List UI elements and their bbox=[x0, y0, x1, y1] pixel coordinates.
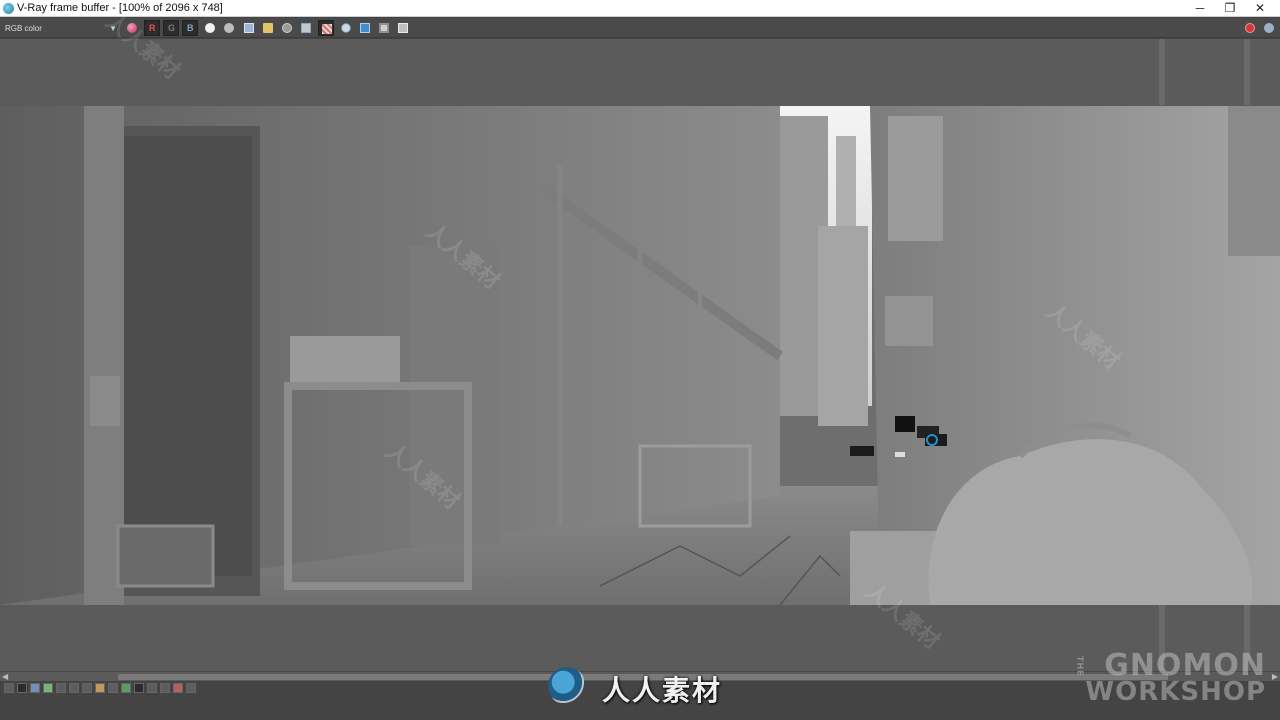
render-icon bbox=[1264, 23, 1274, 33]
zoom-icon bbox=[341, 23, 351, 33]
show-corrections-icon bbox=[398, 23, 408, 33]
ocio-button[interactable] bbox=[108, 683, 118, 693]
scroll-right-icon[interactable]: ▶ bbox=[1272, 672, 1278, 681]
stereo-button[interactable] bbox=[186, 683, 196, 693]
duplicate-to-max-icon bbox=[301, 23, 311, 33]
stop-render-icon bbox=[1245, 23, 1255, 33]
open-image-button[interactable] bbox=[260, 20, 276, 36]
mono-channel-button[interactable] bbox=[221, 20, 237, 36]
blue-channel-toggle[interactable]: B bbox=[182, 20, 198, 36]
green-channel-icon: G bbox=[168, 23, 176, 33]
alpha-channel-icon bbox=[205, 23, 215, 33]
gnomon-the-text: THE bbox=[1075, 656, 1085, 677]
window-title-bar: V-Ray frame buffer - [100% of 2096 x 748… bbox=[0, 0, 1280, 17]
icc-button[interactable] bbox=[95, 683, 105, 693]
lut-button[interactable] bbox=[82, 683, 92, 693]
history-button[interactable] bbox=[147, 683, 157, 693]
levels-button[interactable] bbox=[43, 683, 53, 693]
vray-app-icon bbox=[3, 3, 14, 14]
render-button[interactable] bbox=[1261, 20, 1277, 36]
clear-image-button[interactable] bbox=[279, 20, 295, 36]
stop-render-button[interactable] bbox=[1242, 20, 1258, 36]
curve-button[interactable] bbox=[56, 683, 66, 693]
gnomon-workshop-watermark: THE GNOMON WORKSHOP bbox=[1075, 648, 1266, 707]
open-image-icon bbox=[263, 23, 273, 33]
stamp-button[interactable] bbox=[173, 683, 183, 693]
duplicate-to-max-button[interactable] bbox=[298, 20, 314, 36]
viewport-guide bbox=[1244, 39, 1250, 105]
clear-image-icon bbox=[282, 23, 292, 33]
region-render-button[interactable] bbox=[357, 20, 373, 36]
mono-channel-icon bbox=[224, 23, 234, 33]
show-corrections-button[interactable] bbox=[395, 20, 411, 36]
follow-mouse-toggle[interactable] bbox=[134, 683, 144, 693]
color-clamping-button[interactable] bbox=[30, 683, 40, 693]
scroll-left-icon[interactable]: ◀ bbox=[2, 672, 8, 681]
exposure-button[interactable] bbox=[69, 683, 79, 693]
track-mouse-icon bbox=[322, 24, 332, 34]
watermark-logo-icon bbox=[548, 667, 586, 705]
gnomon-line1: GNOMON bbox=[1104, 648, 1266, 683]
gnomon-line2: WORKSHOP bbox=[1085, 677, 1266, 707]
watermark-brand-text: 人人素材 bbox=[602, 675, 723, 706]
track-mouse-toggle[interactable] bbox=[318, 20, 334, 36]
channel-dropdown-value: RGB color bbox=[5, 24, 42, 33]
image-info-button[interactable] bbox=[4, 683, 14, 693]
srgb-button[interactable] bbox=[121, 683, 131, 693]
viewport-guide bbox=[1159, 39, 1165, 105]
zoom-button[interactable] bbox=[338, 20, 354, 36]
display-correction-toggle[interactable] bbox=[17, 683, 27, 693]
minimize-button[interactable]: ─ bbox=[1186, 0, 1214, 17]
alpha-channel-button[interactable] bbox=[202, 20, 218, 36]
vfb-toolbar: RGB color ▼ R G B bbox=[0, 18, 1280, 38]
close-button[interactable]: ✕ bbox=[1246, 0, 1274, 17]
blue-channel-icon: B bbox=[187, 23, 194, 33]
save-image-icon bbox=[244, 23, 254, 33]
save-image-button[interactable] bbox=[241, 20, 257, 36]
green-channel-toggle[interactable]: G bbox=[163, 20, 179, 36]
lens-effects-button[interactable] bbox=[376, 20, 392, 36]
region-render-icon bbox=[360, 23, 370, 33]
image-viewport[interactable]: 人人素材 人人素材 人人素材 人人素材 人人素材 bbox=[0, 8, 1280, 671]
lens-effects-icon bbox=[379, 23, 389, 33]
maximize-button[interactable]: ❐ bbox=[1216, 0, 1244, 17]
compare-button[interactable] bbox=[160, 683, 170, 693]
